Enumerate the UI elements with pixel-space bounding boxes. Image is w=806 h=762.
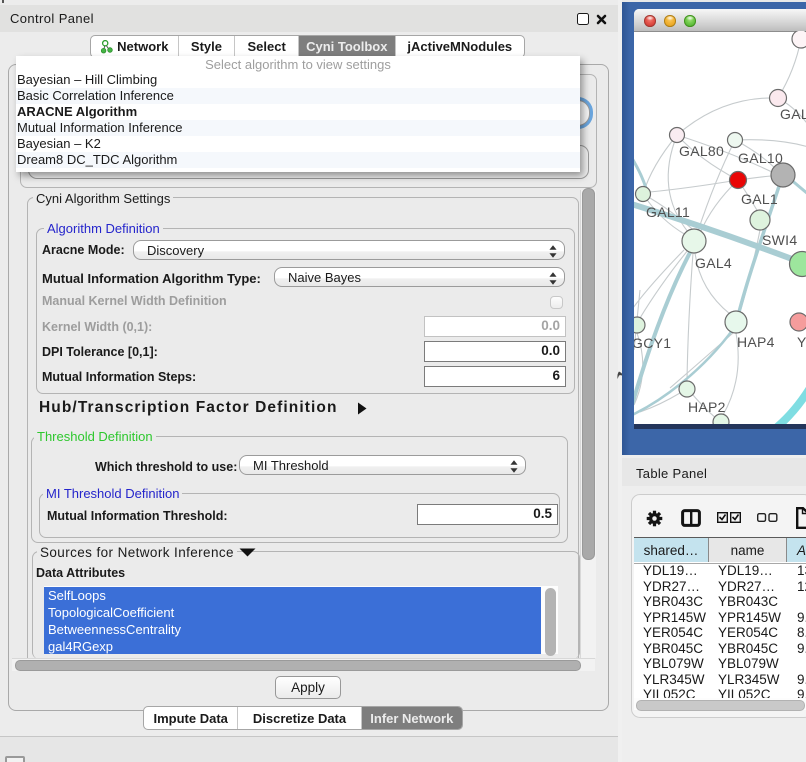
svg-text:GAL7: GAL7 <box>780 106 806 122</box>
svg-text:GCY1: GCY1 <box>634 335 671 351</box>
svg-text:HAP2: HAP2 <box>688 399 726 415</box>
svg-text:GAL1: GAL1 <box>741 191 778 207</box>
svg-text:GAL11: GAL11 <box>646 204 690 220</box>
svg-text:GAL4: GAL4 <box>695 255 732 271</box>
svg-text:GAL10: GAL10 <box>738 150 783 166</box>
svg-text:Y: Y <box>797 334 806 350</box>
svg-text:SWI4: SWI4 <box>762 232 797 248</box>
svg-text:HAP4: HAP4 <box>737 334 775 350</box>
svg-text:GAL80: GAL80 <box>679 143 724 159</box>
